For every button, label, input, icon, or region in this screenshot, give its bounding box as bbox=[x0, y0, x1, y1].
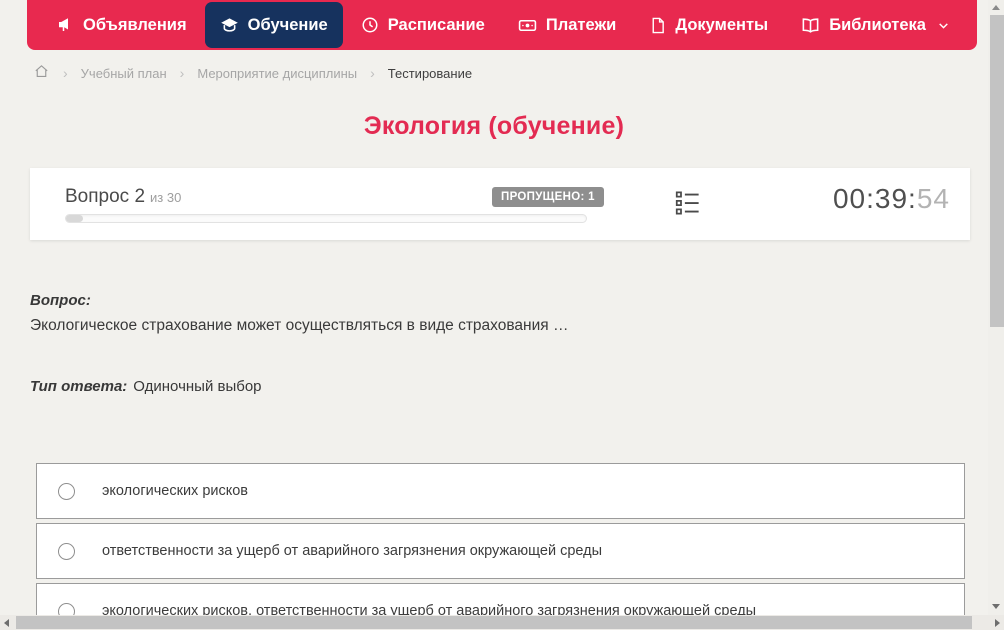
radio-button[interactable] bbox=[58, 542, 75, 560]
megaphone-icon bbox=[56, 16, 74, 34]
answer-option-2[interactable]: ответственности за ущерб от аварийного з… bbox=[36, 523, 965, 579]
clock-icon bbox=[361, 16, 379, 34]
nav-item-label: Документы bbox=[675, 15, 769, 34]
document-icon bbox=[649, 17, 666, 34]
radio-button[interactable] bbox=[58, 602, 75, 615]
answer-type-row: Тип ответа: Одиночный выбор bbox=[30, 378, 262, 395]
question-number: Вопрос 2 из 30 bbox=[65, 186, 181, 208]
chevron-down-icon bbox=[937, 19, 950, 32]
nav-item-library[interactable]: Библиотека bbox=[786, 2, 965, 48]
progress-bar bbox=[65, 214, 587, 223]
answer-option-3[interactable]: экологических рисков, ответственности за… bbox=[36, 583, 965, 615]
nav-item-label: Обучение bbox=[247, 15, 328, 34]
scroll-left-arrow-icon[interactable] bbox=[4, 619, 9, 627]
scroll-up-arrow-icon[interactable] bbox=[992, 5, 1000, 10]
timer-minutes: 00:39: bbox=[832, 183, 917, 214]
breadcrumb-item-testing: Тестирование bbox=[387, 65, 473, 81]
nav-item-label: Объявления bbox=[83, 15, 187, 34]
nav-item-announcements[interactable]: Объявления bbox=[41, 2, 202, 48]
open-book-icon bbox=[801, 16, 820, 35]
skipped-badge: ПРОПУЩЕНО: 1 bbox=[492, 187, 604, 207]
home-icon[interactable] bbox=[33, 63, 50, 83]
question-header-card: Вопрос 2 из 30 ПРОПУЩЕНО: 1 00:39:54 bbox=[30, 168, 970, 240]
breadcrumb-separator: › bbox=[63, 65, 68, 81]
breadcrumb-separator: › bbox=[179, 65, 185, 81]
top-nav: Объявления Обучение Расписание Платежи Д… bbox=[27, 0, 977, 50]
graduation-cap-icon bbox=[220, 16, 239, 35]
breadcrumb-item-curriculum[interactable]: Учебный план bbox=[81, 66, 167, 81]
answer-options: экологических рисков ответственности за … bbox=[36, 463, 965, 615]
breadcrumb: › Учебный план › Мероприятие дисциплины … bbox=[33, 63, 472, 83]
question-list-icon[interactable] bbox=[673, 188, 705, 220]
question-text: Экологическое страхование может осуществ… bbox=[30, 317, 569, 334]
nav-item-training[interactable]: Обучение bbox=[204, 2, 343, 48]
question-label: Вопрос: bbox=[30, 292, 91, 309]
horizontal-scrollbar[interactable] bbox=[0, 615, 1004, 630]
banknote-icon bbox=[518, 16, 537, 35]
nav-item-label: Платежи bbox=[545, 15, 617, 34]
horizontal-scrollbar-thumb[interactable] bbox=[16, 616, 972, 629]
question-of-total: из 30 bbox=[150, 190, 182, 205]
answer-option-label: ответственности за ущерб от аварийного з… bbox=[102, 543, 603, 559]
answer-option-label: экологических рисков bbox=[102, 483, 249, 499]
breadcrumb-separator: › bbox=[370, 65, 375, 81]
nav-item-schedule[interactable]: Расписание bbox=[346, 2, 500, 48]
nav-item-label: Расписание bbox=[387, 15, 485, 34]
answer-option-label: экологических рисков, ответственности за… bbox=[102, 603, 757, 615]
scroll-down-arrow-icon[interactable] bbox=[992, 604, 1000, 609]
breadcrumb-item-discipline-event[interactable]: Мероприятие дисциплины bbox=[197, 66, 357, 81]
timer: 00:39:54 bbox=[833, 183, 950, 215]
answer-type-label: Тип ответа: bbox=[30, 378, 128, 395]
progress-bar-fill bbox=[66, 215, 84, 222]
page-title: Экология (обучение) bbox=[363, 112, 625, 140]
scroll-right-arrow-icon[interactable] bbox=[995, 619, 1000, 627]
answer-option-1[interactable]: экологических рисков bbox=[36, 463, 965, 519]
answer-type-value: Одиночный выбор bbox=[133, 378, 262, 395]
nav-item-payments[interactable]: Платежи bbox=[503, 2, 631, 48]
vertical-scrollbar-thumb[interactable] bbox=[990, 15, 1004, 327]
nav-item-label: Библиотека bbox=[829, 15, 926, 34]
nav-item-documents[interactable]: Документы bbox=[634, 2, 783, 48]
main-viewport: Объявления Обучение Расписание Платежи Д… bbox=[0, 0, 988, 615]
radio-button[interactable] bbox=[58, 482, 75, 500]
question-number-label: Вопрос 2 bbox=[65, 186, 146, 207]
vertical-scrollbar[interactable] bbox=[988, 0, 1004, 615]
timer-seconds: 54 bbox=[916, 183, 950, 214]
